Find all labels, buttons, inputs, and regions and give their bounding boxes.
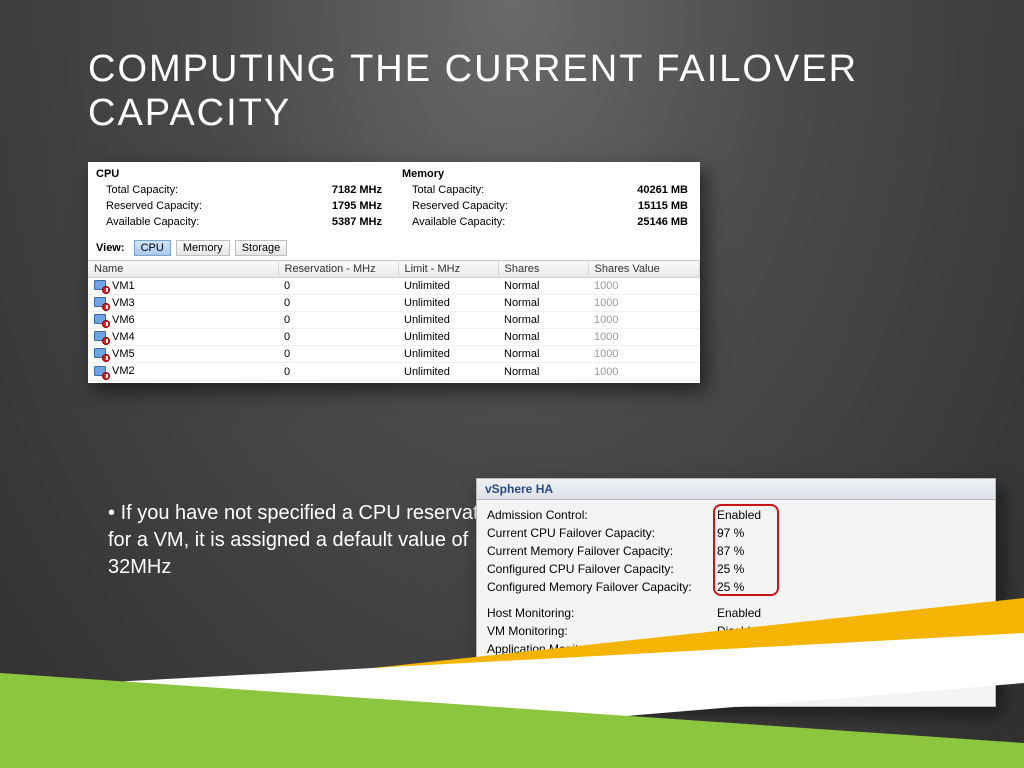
vm-icon [94,297,108,309]
vm-icon [94,280,108,292]
cluster-status-link[interactable]: Cluster Status [487,666,985,682]
mem-reserved-label: Reserved Capacity: [412,198,508,214]
bullet-text: If you have not specified a CPU reservat… [108,500,508,581]
mem-available-value: 25146 MB [608,214,688,230]
ha-vm-mon-value: Disabled [717,622,777,640]
view-memory-button[interactable]: Memory [176,240,230,256]
ha-cfg-mem-value: 25 % [717,578,777,596]
vm-icon [94,348,108,360]
view-cpu-button[interactable]: CPU [134,240,171,256]
vsphere-ha-panel: vSphere HA Admission Control:Enabled Cur… [476,478,996,707]
cpu-reserved-value: 1795 MHz [302,198,382,214]
ha-mem-failover-label: Current Memory Failover Capacity: [487,542,717,560]
col-reservation[interactable]: Reservation - MHz [278,261,398,278]
ha-title: vSphere HA [477,479,995,500]
col-limit[interactable]: Limit - MHz [398,261,498,278]
memory-heading: Memory [402,168,692,180]
cpu-heading: CPU [96,168,386,180]
ha-host-mon-label: Host Monitoring: [487,604,717,622]
view-toolbar: View: CPU Memory Storage [88,236,700,260]
mem-reserved-value: 15115 MB [608,198,688,214]
table-row[interactable]: VM50UnlimitedNormal1000 [88,346,700,363]
resource-panel: CPU Total Capacity: 7182 MHz Reserved Cap… [88,162,700,383]
vm-icon [94,314,108,326]
mem-available-label: Available Capacity: [412,214,505,230]
cpu-available-label: Available Capacity: [106,214,199,230]
vm-icon [94,366,108,378]
ha-admission-value: Enabled [717,506,777,524]
table-row[interactable]: VM60UnlimitedNormal1000 [88,312,700,329]
table-row[interactable]: VM30UnlimitedNormal1000 [88,295,700,312]
col-shares-value[interactable]: Shares Value [588,261,700,278]
vm-table: Name Reservation - MHz Limit - MHz Share… [88,260,700,381]
ha-cpu-failover-value: 97 % [717,524,777,542]
ha-cfg-cpu-value: 25 % [717,560,777,578]
ha-admission-label: Admission Control: [487,506,717,524]
ha-mem-failover-value: 87 % [717,542,777,560]
ha-cpu-failover-label: Current CPU Failover Capacity: [487,524,717,542]
ha-host-mon-value: Enabled [717,604,777,622]
ha-app-mon-value: Disabled [717,640,777,658]
cpu-available-value: 5387 MHz [302,214,382,230]
vm-icon [94,331,108,343]
ha-vm-mon-label: VM Monitoring: [487,622,717,640]
configuration-issues-link[interactable]: Configuration Issues [487,682,985,698]
view-storage-button[interactable]: Storage [235,240,288,256]
table-row[interactable]: VM20UnlimitedNormal1000 [88,363,700,380]
cpu-reserved-label: Reserved Capacity: [106,198,202,214]
mem-total-label: Total Capacity: [412,182,484,198]
ha-app-mon-label: Application Monitoring: [487,640,717,658]
col-shares[interactable]: Shares [498,261,588,278]
ha-cfg-cpu-label: Configured CPU Failover Capacity: [487,560,717,578]
cpu-total-value: 7182 MHz [302,182,382,198]
ha-cfg-mem-label: Configured Memory Failover Capacity: [487,578,717,596]
mem-total-value: 40261 MB [608,182,688,198]
cpu-total-label: Total Capacity: [106,182,178,198]
table-row[interactable]: VM10UnlimitedNormal1000 [88,278,700,295]
table-row[interactable]: VM40UnlimitedNormal1000 [88,329,700,346]
view-label: View: [96,242,125,254]
slide-title: COMPUTING THE CURRENT FAILOVER CAPACITY [88,48,1024,135]
col-name[interactable]: Name [88,261,278,278]
